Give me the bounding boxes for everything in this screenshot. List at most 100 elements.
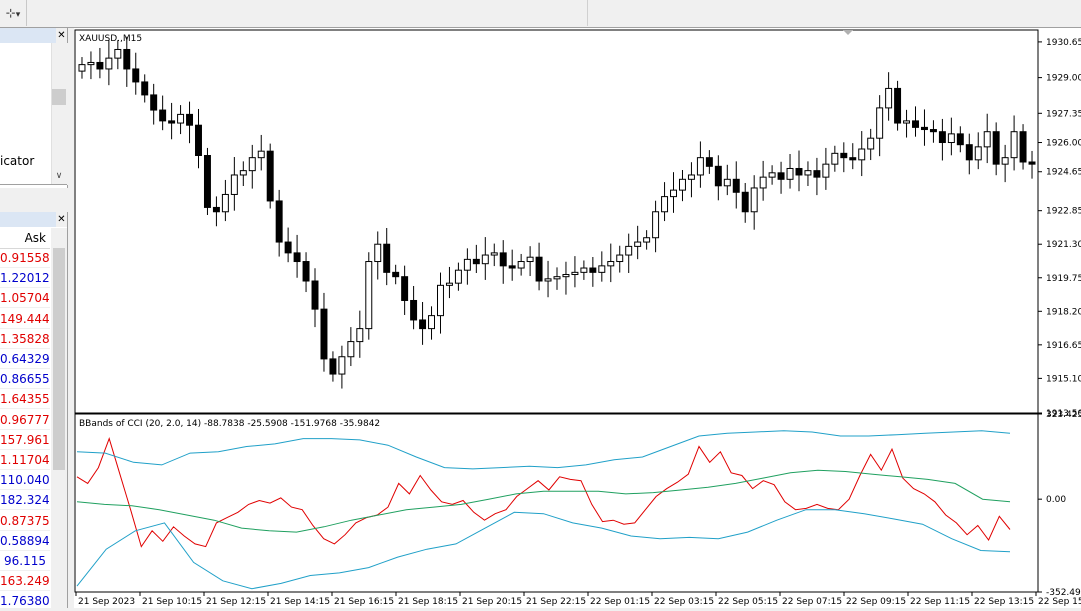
candle-body: [141, 81, 149, 96]
price-tick-label: 1929.00: [1046, 74, 1081, 84]
chevron-down-icon: ▾: [15, 10, 21, 20]
ask-price-cell[interactable]: 0.96777: [0, 411, 50, 430]
market-watch-scroll-thumb[interactable]: [53, 248, 65, 470]
candle-body: [356, 328, 364, 343]
candle-body: [670, 189, 677, 198]
ask-price-cell[interactable]: 1.76380: [0, 592, 50, 611]
ask-column-header[interactable]: Ask: [0, 228, 50, 249]
ask-price-cell[interactable]: 157.961: [0, 431, 50, 450]
candle-body: [1028, 161, 1036, 165]
time-tick-label: 22 Sep 07:15: [782, 597, 842, 607]
candle-body: [302, 261, 310, 282]
candle-body: [1001, 157, 1009, 165]
candle-body: [311, 280, 319, 310]
candle-body: [329, 358, 337, 375]
ask-price-cell[interactable]: 0.87375: [0, 512, 50, 531]
candle-body: [956, 133, 964, 146]
candle-body: [320, 308, 328, 360]
time-tick-label: 21 Sep 18:15: [398, 597, 458, 607]
time-tick-label: 21 Sep 16:15: [334, 597, 394, 607]
ask-price-cell[interactable]: 182.324: [0, 491, 50, 511]
candle-body: [705, 157, 713, 167]
price-tick-label: 1919.75: [1046, 274, 1081, 284]
navigator-border: [0, 184, 67, 185]
time-tick-label: 21 Sep 12:15: [206, 597, 266, 607]
navigator-scrollbar[interactable]: [51, 43, 68, 185]
candle-body: [616, 254, 624, 263]
candle-body: [212, 206, 220, 213]
candle-body: [929, 129, 937, 133]
ask-price-cell[interactable]: 1.22012: [0, 269, 50, 289]
candle-body: [392, 271, 400, 278]
time-tick-label: 22 Sep 13:15: [974, 597, 1034, 607]
candle-body: [795, 167, 803, 176]
candle-body: [634, 241, 642, 247]
candle-body: [526, 256, 534, 263]
candle-body: [813, 170, 821, 178]
candle-body: [239, 170, 247, 176]
candle-body: [885, 87, 893, 109]
candle-body: [221, 193, 229, 213]
ask-price-cell[interactable]: 1.05704: [0, 289, 50, 309]
candle-body: [383, 243, 391, 273]
ask-price-cell[interactable]: 110.040: [0, 471, 50, 491]
candle-body: [437, 284, 444, 317]
candle-body: [284, 241, 292, 254]
candle-body: [974, 146, 982, 161]
candle-body: [938, 131, 946, 144]
candle-body: [777, 172, 785, 180]
navigator-close-button[interactable]: ✕: [56, 28, 67, 43]
chart-canvas[interactable]: XAUUSD.,M15 BBands of CCI (20, 2.0, 14) …: [74, 28, 1081, 608]
candle-body: [203, 155, 211, 208]
ask-price-cell[interactable]: 0.58894: [0, 532, 50, 551]
candle-body: [1010, 131, 1018, 159]
candle-body: [723, 178, 731, 187]
candle-body: [248, 157, 256, 172]
candle-body: [87, 61, 95, 66]
ask-price-cell[interactable]: 0.86655: [0, 370, 50, 390]
ask-price-cell[interactable]: 163.249: [0, 572, 50, 592]
navigator-scroll-thumb[interactable]: [52, 89, 66, 105]
candle-body: [571, 271, 579, 276]
line-tools-dropdown[interactable]: ⊹▾: [0, 2, 26, 24]
candle-body: [867, 137, 875, 150]
market-watch-close-button[interactable]: ✕: [56, 212, 67, 227]
candle-body: [580, 267, 588, 273]
price-tick-label: 1927.35: [1046, 109, 1081, 119]
ask-price-cell[interactable]: 1.11704: [0, 451, 50, 470]
candle-body: [661, 196, 669, 213]
candle-body: [517, 261, 525, 269]
candle-body: [786, 167, 794, 180]
candle-body: [123, 48, 131, 70]
candle-body: [589, 267, 597, 273]
candle-body: [508, 265, 516, 269]
ask-price-cell[interactable]: 1.35828: [0, 330, 50, 349]
candle-body: [195, 124, 202, 157]
candle-body: [965, 144, 973, 161]
candle-body: [983, 131, 991, 148]
candle-body: [275, 200, 283, 243]
time-tick-label: 22 Sep 09:15: [846, 597, 906, 607]
candle-body: [687, 174, 695, 180]
scroll-down-icon[interactable]: ∨: [51, 168, 67, 184]
navigator-item-indicator[interactable]: icator: [0, 154, 34, 168]
candle-body: [293, 252, 301, 263]
ask-price-cell[interactable]: 0.91558: [0, 249, 50, 268]
ask-price-cell[interactable]: 1.64355: [0, 390, 50, 410]
candle-body: [132, 68, 140, 83]
candle-body: [876, 107, 884, 139]
navigator-header: [0, 28, 56, 43]
candle-body: [230, 174, 238, 195]
chart-window[interactable]: XAUUSD.,M15 BBands of CCI (20, 2.0, 14) …: [74, 28, 1081, 608]
price-tick-label: 1918.20: [1046, 307, 1081, 317]
candle-body: [96, 61, 104, 70]
candle-body: [714, 165, 722, 187]
candle-body: [499, 252, 507, 267]
ask-price-cell[interactable]: 96.115: [0, 552, 50, 571]
indicator-plot-area: [74, 413, 1039, 593]
ask-price-cell[interactable]: 0.64329: [0, 350, 50, 369]
ask-price-cell[interactable]: 149.444: [0, 310, 50, 329]
candle-body: [410, 299, 418, 321]
candle-body: [849, 157, 857, 161]
time-tick-label: 22 Sep 15:: [1038, 597, 1081, 607]
